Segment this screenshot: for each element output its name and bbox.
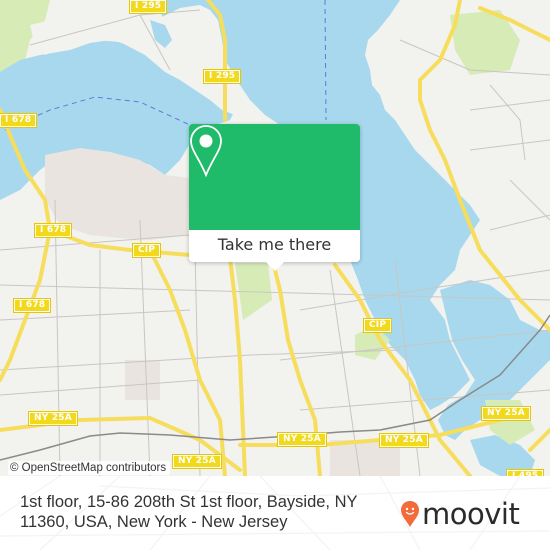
highway-shield: I 295 <box>202 69 242 84</box>
popup-pointer <box>266 262 284 271</box>
highway-shield: NY 25A <box>481 406 531 421</box>
highway-shield: CIP <box>362 318 393 333</box>
highway-shield: I 678 <box>0 113 38 128</box>
take-me-there-button[interactable]: Take me there <box>189 230 360 262</box>
highway-shield: NY 25A <box>379 433 429 448</box>
highway-shield: I 678 <box>33 223 73 238</box>
map-attribution[interactable]: © OpenStreetMap contributors <box>8 461 171 475</box>
highway-shield: CIP <box>131 243 162 258</box>
urban-block <box>125 360 160 400</box>
highway-shield: NY 25A <box>277 432 327 447</box>
footer: 1st floor, 15-86 208th St 1st floor, Bay… <box>0 476 550 550</box>
location-pin-icon <box>190 125 222 178</box>
moovit-logo[interactable]: moovit <box>400 497 520 531</box>
moovit-logo-text: moovit <box>422 497 520 531</box>
highway-shield: NY 25A <box>172 454 222 469</box>
location-popup: Take me there <box>189 124 360 271</box>
highway-shield: I 678 <box>12 298 52 313</box>
highway-shield: I 295 <box>128 0 168 14</box>
moovit-pin-icon <box>401 501 419 527</box>
highway-shield: NY 25A <box>28 411 78 426</box>
map[interactable]: I 295 I 295 I 678 I 678 I 678 CIP CIP NY… <box>0 0 550 476</box>
popup-header <box>189 124 360 230</box>
address-text: 1st floor, 15-86 208th St 1st floor, Bay… <box>20 493 358 531</box>
